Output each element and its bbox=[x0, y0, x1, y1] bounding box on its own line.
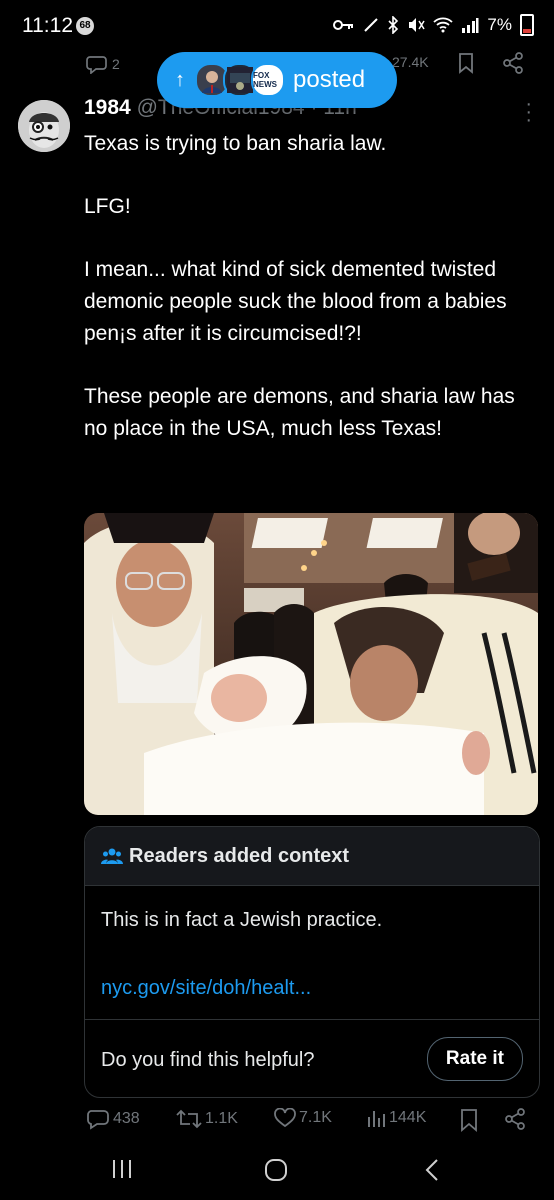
previous-view-count: 27.4K bbox=[392, 54, 429, 70]
key-icon bbox=[333, 20, 354, 30]
battery-icon bbox=[520, 14, 534, 36]
views-button[interactable]: 144K bbox=[366, 1108, 426, 1128]
community-note-link[interactable]: nyc.gov/site/doh/healt... bbox=[101, 977, 311, 1000]
previous-reply-button[interactable]: 2 bbox=[86, 54, 120, 74]
divider bbox=[85, 1019, 539, 1020]
wifi-icon bbox=[433, 17, 454, 33]
author-name[interactable]: 1984 bbox=[84, 96, 131, 119]
community-note-title: Readers added context bbox=[129, 844, 350, 867]
pill-avatars: FOX NEWS bbox=[195, 63, 285, 97]
tweet-photo[interactable] bbox=[84, 513, 538, 815]
ceremony-photo bbox=[84, 513, 538, 815]
reply-icon bbox=[86, 56, 107, 74]
arrow-up-icon: ↑ bbox=[175, 68, 185, 91]
repost-count: 1.1K bbox=[205, 1110, 238, 1127]
back-icon[interactable] bbox=[424, 1158, 440, 1182]
new-posts-pill[interactable]: ↑ FOX NEWS posted bbox=[157, 52, 397, 108]
people-icon bbox=[101, 848, 123, 864]
fox-news-logo: FOX NEWS bbox=[251, 63, 285, 97]
signal-icon bbox=[462, 18, 479, 33]
author-avatar[interactable] bbox=[18, 100, 70, 152]
tweet-paragraph: Texas is trying to ban sharia law. bbox=[84, 132, 387, 155]
community-note: Readers added context This is in fact a … bbox=[84, 826, 540, 1098]
posted-label: posted bbox=[293, 66, 366, 93]
recent-apps-icon[interactable] bbox=[110, 1158, 134, 1180]
status-time: 11:12 bbox=[22, 14, 73, 37]
previous-bookmark-icon[interactable] bbox=[458, 52, 474, 74]
community-note-body: This is in fact a Jewish practice. bbox=[101, 909, 383, 931]
system-nav-bar bbox=[0, 1150, 554, 1200]
reply-icon bbox=[87, 1110, 109, 1130]
notification-count-badge: 68 bbox=[76, 17, 94, 35]
reply-count: 438 bbox=[113, 1110, 140, 1127]
tweet-actions: 438 1.1K 7.1K 144K bbox=[0, 1108, 554, 1138]
helpful-question: Do you find this helpful? bbox=[101, 1049, 315, 1071]
share-icon[interactable] bbox=[504, 1108, 526, 1130]
battery-percent: 7% bbox=[487, 15, 512, 34]
more-options-icon[interactable]: · · · bbox=[525, 94, 532, 130]
like-count: 7.1K bbox=[299, 1109, 332, 1126]
repost-icon bbox=[176, 1109, 202, 1129]
status-bar: 11:12 68 7% bbox=[0, 0, 554, 52]
view-count: 144K bbox=[389, 1109, 427, 1126]
rate-it-button[interactable]: Rate it bbox=[426, 1037, 523, 1081]
mute-icon bbox=[409, 18, 426, 32]
avatar-face-image bbox=[18, 100, 70, 152]
repost-button[interactable]: 1.1K bbox=[176, 1108, 238, 1130]
bluetooth-icon bbox=[388, 16, 399, 34]
home-icon[interactable] bbox=[264, 1158, 288, 1182]
tweet-paragraph: These people are demons, and sharia law … bbox=[84, 385, 515, 440]
status-icons: 7% bbox=[333, 14, 534, 36]
tweet-paragraph: LFG! bbox=[84, 195, 131, 218]
tweet-paragraph: I mean... what kind of sick demented twi… bbox=[84, 258, 507, 345]
previous-reply-count: 2 bbox=[112, 56, 120, 72]
previous-share-icon[interactable] bbox=[502, 52, 524, 74]
community-note-header: Readers added context bbox=[85, 827, 539, 886]
tweet-text: Texas is trying to ban sharia law. LFG! … bbox=[84, 128, 532, 476]
pen-icon bbox=[364, 18, 379, 32]
views-icon bbox=[368, 1111, 385, 1127]
reply-button[interactable]: 438 bbox=[86, 1108, 140, 1130]
heart-icon bbox=[274, 1108, 296, 1128]
bookmark-icon[interactable] bbox=[460, 1108, 478, 1132]
like-button[interactable]: 7.1K bbox=[274, 1108, 332, 1128]
